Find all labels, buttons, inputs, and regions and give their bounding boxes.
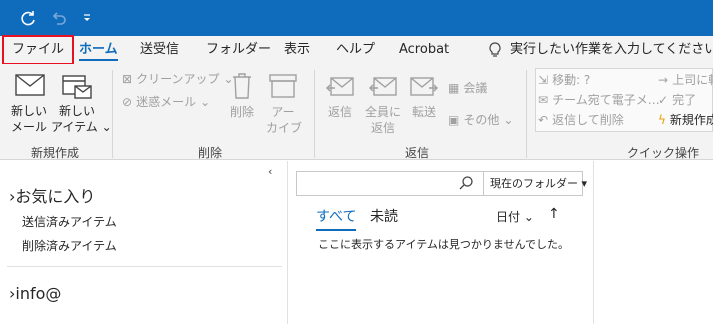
new-items-label-1: 新しい: [58, 104, 95, 118]
envelope-icon: ✉: [538, 93, 549, 107]
reply-label: 返信: [327, 105, 352, 119]
folder-pane-divider: [7, 266, 282, 267]
quick-step-team-email[interactable]: ✉ チーム宛て電子メ…: [538, 91, 660, 109]
quick-step-to-manager[interactable]: →上司に転: [658, 71, 713, 89]
move-icon: ⇲: [538, 73, 549, 87]
ribbon-separator: [112, 70, 113, 158]
reply-icon: ↶: [538, 113, 549, 127]
delete-label: 削除: [229, 105, 254, 119]
collapse-pane-icon[interactable]: ‹: [268, 165, 272, 178]
quick-step-move[interactable]: ⇲ 移動: ?: [538, 71, 590, 89]
junk-icon: ⊘: [122, 95, 133, 109]
new-mail-button[interactable]: 新しい メール: [9, 72, 49, 138]
more-respond-button[interactable]: ▣ その他 ⌄: [448, 111, 513, 129]
sort-direction-arrow-icon[interactable]: ↑: [548, 206, 560, 222]
ribbon-separator: [526, 70, 527, 158]
group-label-respond: 返信: [405, 146, 430, 160]
new-mail-label-2: メール: [10, 120, 47, 134]
calendar-icon: ▦: [448, 81, 460, 95]
archive-button[interactable]: アー カイブ: [266, 72, 303, 138]
undo-icon[interactable]: [48, 0, 70, 36]
group-label-quick-steps: クイック操作: [627, 146, 700, 160]
tab-help[interactable]: ヘルプ: [336, 36, 375, 64]
tab-folder[interactable]: フォルダー: [206, 36, 271, 64]
cleanup-button[interactable]: ⊠ クリーンアップ ⌄: [122, 70, 234, 88]
account-folder[interactable]: ›info@: [9, 284, 61, 303]
group-label-delete: 削除: [198, 146, 223, 160]
more-icon: ▣: [448, 113, 460, 127]
meeting-button[interactable]: ▦ 会議: [448, 79, 487, 97]
archive-label-2: カイブ: [266, 121, 303, 135]
reply-all-icon: [369, 77, 397, 96]
delete-button[interactable]: 削除: [227, 72, 257, 122]
search-scope-dropdown[interactable]: 現在のフォルダー ▾: [483, 172, 587, 195]
reply-all-button[interactable]: 全員に 返信: [364, 72, 402, 138]
tell-me-box[interactable]: 実行したい作業を入力してください: [488, 36, 713, 64]
sort-by-dropdown[interactable]: 日付 ⌄: [496, 208, 534, 225]
tab-file[interactable]: ファイル: [2, 35, 74, 65]
quick-step-reply-delete[interactable]: ↶ 返信して削除: [538, 111, 624, 129]
forward-icon: [410, 77, 438, 96]
archive-icon: [269, 74, 297, 98]
lightbulb-icon: [489, 42, 501, 57]
tab-home[interactable]: ホーム: [79, 36, 118, 64]
tab-view[interactable]: 表示: [284, 36, 310, 64]
send-receive-all-icon[interactable]: [17, 0, 39, 36]
search-icon[interactable]: [458, 175, 474, 191]
folder-deleted-items[interactable]: 削除済みアイテム: [22, 237, 117, 254]
arrow-right-icon: →: [658, 73, 669, 87]
tell-me-label: 実行したい作業を入力してください: [510, 42, 713, 57]
lightning-icon: ϟ: [658, 113, 666, 127]
new-mail-label-1: 新しい: [10, 104, 47, 118]
new-items-icon: [62, 75, 92, 99]
checkmark-icon: ✓: [658, 93, 669, 107]
filter-tab-unread[interactable]: 未読: [370, 206, 398, 226]
reading-pane-divider: [593, 161, 594, 324]
quick-step-done[interactable]: ✓ 完了: [658, 91, 696, 109]
filter-tab-all[interactable]: すべて: [316, 206, 357, 231]
title-bar: [0, 0, 713, 36]
empty-list-message: ここに表示するアイテムは見つかりませんでした。: [318, 238, 570, 251]
customize-toolbar-icon[interactable]: [79, 0, 95, 36]
tab-send-receive[interactable]: 送受信: [140, 36, 179, 64]
cleanup-icon: ⊠: [122, 72, 133, 86]
archive-label-1: アー: [271, 105, 295, 119]
forward-label: 転送: [411, 105, 436, 119]
forward-button[interactable]: 転送: [408, 72, 440, 122]
folder-sent-items[interactable]: 送信済みアイテム: [22, 213, 117, 230]
quick-step-create-new[interactable]: ϟ 新規作成: [658, 111, 713, 129]
reply-all-label-1: 全員に: [364, 105, 401, 119]
tab-acrobat[interactable]: Acrobat: [399, 36, 449, 64]
reply-button[interactable]: 返信: [324, 72, 356, 122]
new-items-label-2: アイテム ⌄: [51, 120, 112, 134]
trash-icon: [233, 73, 251, 99]
junk-button[interactable]: ⊘ 迷惑メール ⌄: [122, 93, 210, 111]
envelope-icon: [15, 74, 45, 96]
reply-icon: [326, 77, 354, 96]
favorites-header[interactable]: ›お気に入り: [9, 183, 95, 207]
new-items-button[interactable]: 新しい アイテム ⌄: [51, 72, 112, 138]
reply-all-label-2: 返信: [370, 121, 395, 135]
group-label-new: 新規作成: [31, 146, 80, 160]
ribbon-separator: [314, 70, 315, 158]
